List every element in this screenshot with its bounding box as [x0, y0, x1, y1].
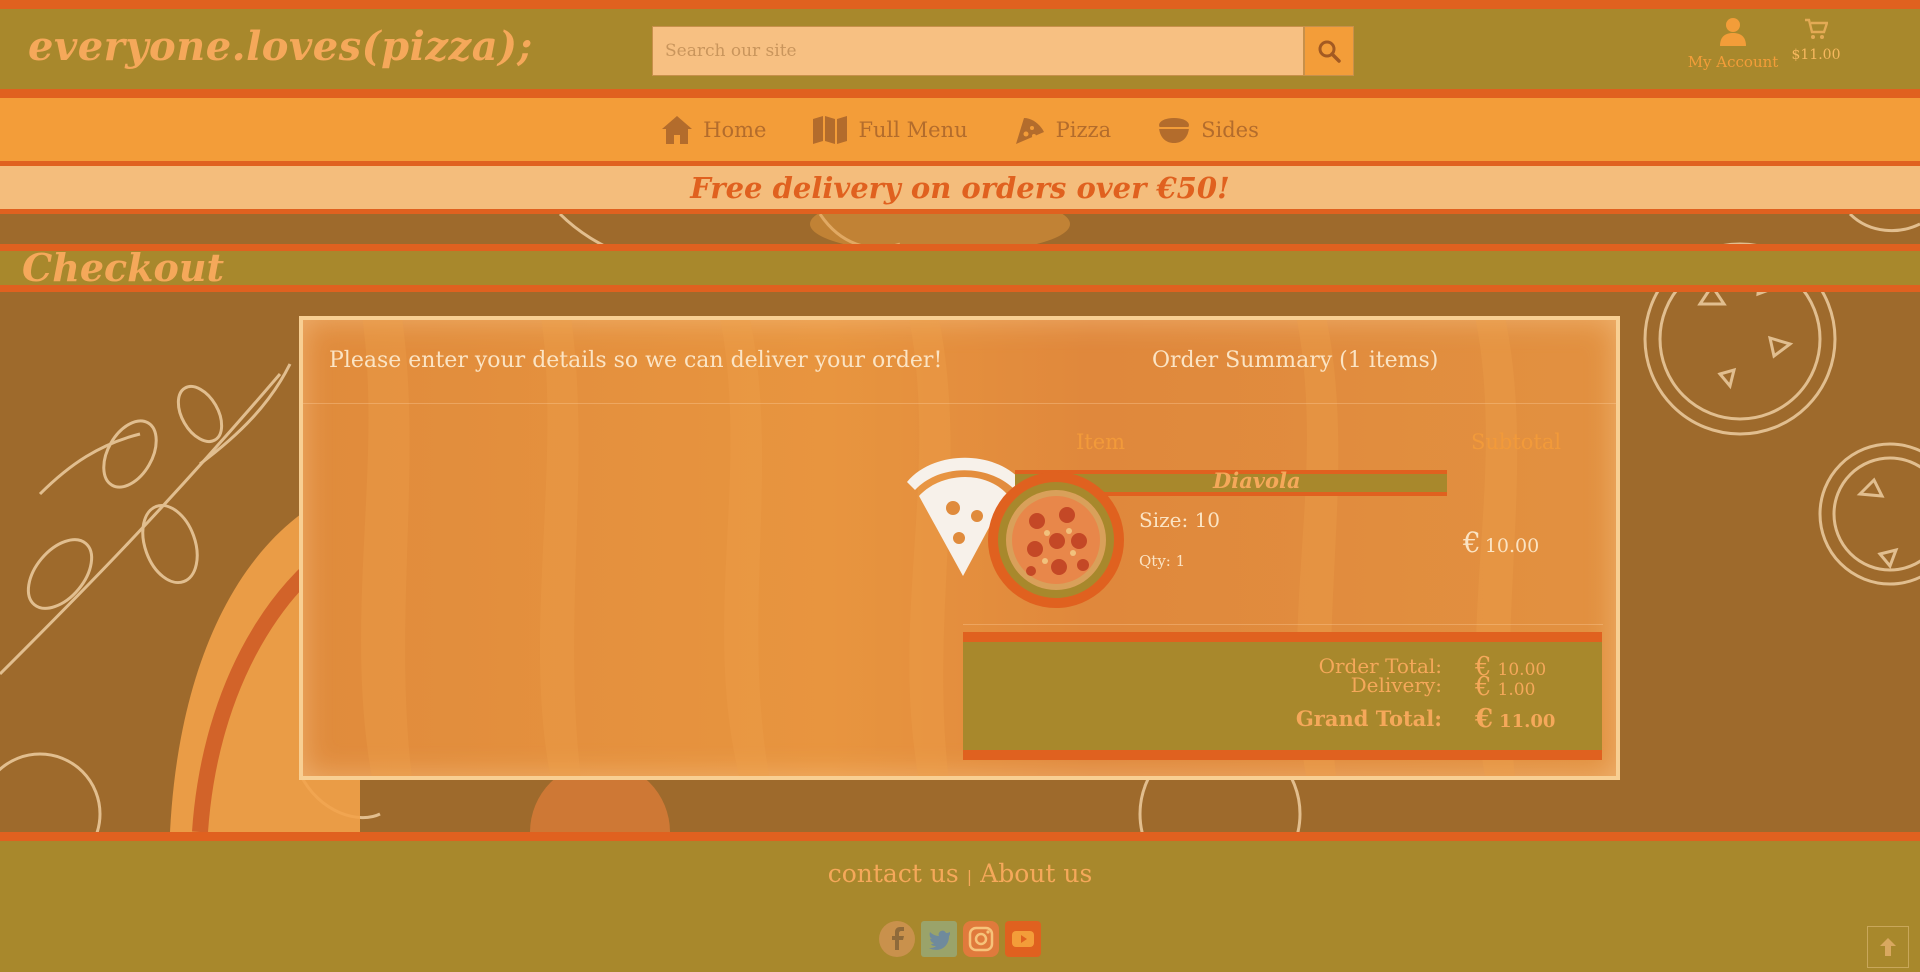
nav-sides[interactable]: Sides — [1157, 116, 1259, 144]
search-bar — [652, 26, 1354, 76]
currency-symbol: € — [1475, 672, 1492, 702]
grand-total-label: Grand Total: — [1295, 706, 1442, 731]
map-icon — [813, 115, 848, 144]
nav-full-menu[interactable]: Full Menu — [812, 115, 968, 145]
nav-home[interactable]: Home — [661, 115, 766, 145]
facebook-icon — [879, 921, 915, 957]
facebook-link[interactable] — [878, 920, 916, 958]
my-account-link[interactable]: My Account — [1678, 17, 1788, 71]
arrow-up-icon — [1880, 938, 1896, 956]
pizza-image — [988, 472, 1124, 608]
nav-sides-label: Sides — [1201, 117, 1259, 142]
checkout-card: Please enter your details so we can deli… — [299, 316, 1620, 780]
delivery-label: Delivery: — [1350, 673, 1442, 697]
about-us-link[interactable]: About us — [980, 859, 1092, 888]
footer-links: contact us | About us — [0, 859, 1920, 888]
main-nav: Home Full Menu Pizza Sides — [0, 98, 1920, 166]
column-header-subtotal: Subtotal — [1471, 430, 1562, 454]
twitter-link[interactable] — [920, 920, 958, 958]
site-logo[interactable]: everyone.loves(pizza); — [28, 23, 533, 70]
page-title: Checkout — [22, 245, 225, 290]
nav-full-menu-label: Full Menu — [858, 117, 968, 142]
promo-banner: Free delivery on orders over €50! — [0, 166, 1920, 214]
cart-total: $11.00 — [1791, 47, 1841, 63]
delivery-fee: €1.00 — [1475, 672, 1535, 702]
search-input[interactable] — [652, 26, 1304, 76]
currency-symbol: € — [1475, 704, 1494, 734]
search-icon — [1318, 40, 1341, 63]
cart-icon — [1805, 18, 1829, 39]
pizza-slice-icon — [1015, 117, 1044, 144]
twitter-icon — [921, 921, 957, 957]
delivery-details-message: Please enter your details so we can deli… — [329, 348, 943, 373]
totals-box: Order Total: €10.00 Delivery: €1.00 Gran… — [963, 632, 1602, 760]
item-subtotal-value: 10.00 — [1484, 535, 1540, 557]
cart-link[interactable]: $11.00 — [1786, 17, 1846, 63]
instagram-link[interactable] — [962, 920, 1000, 958]
nav-pizza-label: Pizza — [1055, 117, 1112, 142]
currency-symbol: € — [1463, 526, 1481, 559]
instagram-icon — [963, 921, 999, 957]
back-to-top-button[interactable] — [1867, 926, 1909, 968]
item-qty: Qty: 1 — [1139, 552, 1186, 570]
contact-us-link[interactable]: contact us — [828, 859, 959, 888]
row-divider — [963, 624, 1603, 625]
youtube-icon — [1005, 921, 1041, 957]
grand-total: €11.00 — [1475, 704, 1555, 734]
grand-total-value: 11.00 — [1499, 711, 1556, 732]
youtube-link[interactable] — [1004, 920, 1042, 958]
home-icon — [662, 115, 693, 144]
order-summary-title: Order Summary (1 items) — [1152, 348, 1439, 373]
column-header-item: Item — [1076, 430, 1126, 454]
item-size: Size: 10 — [1139, 508, 1221, 532]
checkout-title-bar: Checkout — [0, 244, 1920, 292]
search-button[interactable] — [1304, 26, 1354, 76]
bowl-icon — [1159, 117, 1190, 143]
delivery-value: 1.00 — [1497, 680, 1536, 700]
item-subtotal: €10.00 — [1463, 526, 1539, 559]
site-footer: contact us | About us — [0, 832, 1920, 972]
user-icon — [1720, 18, 1746, 46]
nav-home-label: Home — [703, 117, 767, 142]
diavola-pizza-picture — [998, 482, 1114, 598]
item-name: Diavola — [1213, 468, 1301, 493]
card-header: Please enter your details so we can deli… — [303, 320, 1616, 404]
social-links — [878, 920, 1042, 958]
my-account-label: My Account — [1687, 53, 1779, 71]
nav-pizza[interactable]: Pizza — [1014, 114, 1112, 146]
footer-separator: | — [966, 867, 973, 886]
site-header: everyone.loves(pizza); My Account $11.00 — [0, 0, 1920, 98]
